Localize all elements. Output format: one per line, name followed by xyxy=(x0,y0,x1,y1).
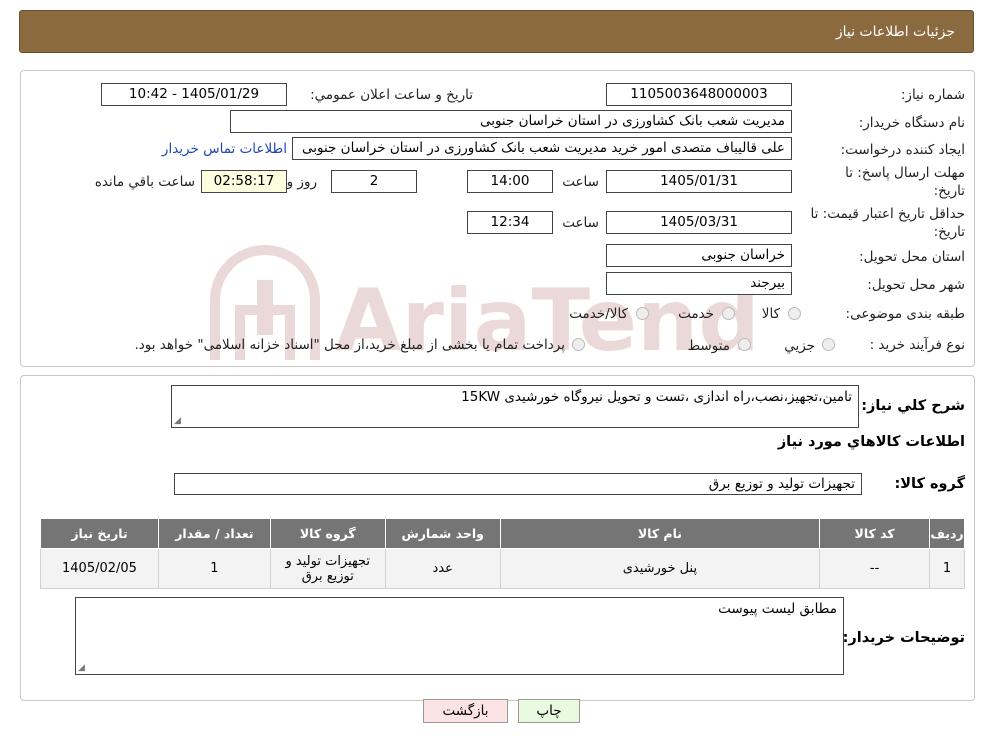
col-header-row-number: ردیف xyxy=(929,518,965,549)
buyer-org-label: نام دستگاه خریدار: xyxy=(858,115,965,131)
requester-field: علی قالیباف متصدی امور خرید مدیریت شعب ب… xyxy=(292,137,792,160)
process-minor-radio[interactable] xyxy=(822,338,835,351)
buyer-notes-text: مطابق لیست پیوست xyxy=(718,601,837,617)
city-field: بیرجند xyxy=(606,272,792,295)
buyer-notes-field: مطابق لیست پیوست ◢ xyxy=(75,597,844,675)
category-goods-radio[interactable] xyxy=(788,307,801,320)
cell-item-code: -- xyxy=(819,548,931,589)
announce-label: تاریخ و ساعت اعلان عمومي: xyxy=(310,87,473,103)
category-label: طبقه بندی موضوعی: xyxy=(845,306,965,322)
category-goods-service-label: کالا/خدمت xyxy=(569,306,628,322)
validity-label: حداقل تاریخ اعتبار قیمت: تا xyxy=(810,206,965,222)
col-header-item-name: نام کالا xyxy=(499,518,821,549)
category-goods-service-radio[interactable] xyxy=(636,307,649,320)
resize-grip-icon: ◢ xyxy=(174,416,181,426)
resize-grip-icon: ◢ xyxy=(78,663,85,673)
validity-label-2: تاریخ: xyxy=(933,224,965,240)
validity-time-field: 12:34 xyxy=(467,211,553,234)
deadline-time-word: ساعت xyxy=(562,174,599,190)
city-label: شهر محل تحویل: xyxy=(867,277,965,293)
col-header-item-code: کد کالا xyxy=(819,518,931,549)
back-button[interactable]: بازگشت xyxy=(423,699,508,723)
province-field: خراسان جنوبی xyxy=(606,244,792,267)
cell-item-group: تجهیزات تولید و توزیع برق xyxy=(269,548,386,589)
process-medium-radio[interactable] xyxy=(738,338,751,351)
buyer-notes-label: توضیحات خریدار: xyxy=(842,630,965,646)
goods-section-title: اطلاعات کالاهاي مورد نیاز xyxy=(777,434,965,450)
goods-group-field: تجهیزات تولید و توزیع برق xyxy=(174,473,862,495)
col-header-unit: واحد شمارش xyxy=(384,518,501,549)
need-number-field: 1105003648000003 xyxy=(606,83,792,106)
goods-group-label: گروه کالا: xyxy=(894,476,965,492)
category-goods-label: کالا xyxy=(761,306,780,322)
description-field: تامین،تجهیز،نصب،راه اندازی ،تست و تحویل … xyxy=(171,385,859,428)
page-title: جزئیات اطلاعات نیاز xyxy=(835,24,955,40)
category-service-label: خدمت xyxy=(678,306,714,322)
province-label: استان محل تحویل: xyxy=(859,249,965,265)
announce-date-field: 1405/01/29 - 10:42 xyxy=(101,83,287,106)
process-label: نوع فرآیند خرید : xyxy=(869,337,965,353)
remaining-time-label: ساعت باقي مانده xyxy=(94,174,195,190)
description-text: تامین،تجهیز،نصب،راه اندازی ،تست و تحویل … xyxy=(461,389,852,405)
cell-quantity: 1 xyxy=(157,548,271,589)
page-header: جزئیات اطلاعات نیاز xyxy=(19,10,974,53)
deadline-date-field: 1405/01/31 xyxy=(606,170,792,193)
cell-need-date: 1405/02/05 xyxy=(40,548,159,589)
process-minor-label: جزیي xyxy=(784,338,815,354)
category-service-radio[interactable] xyxy=(722,307,735,320)
days-remaining-field: 2 xyxy=(331,170,417,193)
cell-unit: عدد xyxy=(384,548,501,589)
process-medium-label: متوسط xyxy=(687,338,730,354)
cell-item-name: پنل خورشیدی xyxy=(499,548,821,589)
col-header-need-date: تاریخ نیاز xyxy=(40,518,159,549)
remaining-time-field: 02:58:17 xyxy=(201,170,287,193)
need-number-label: شماره نیاز: xyxy=(900,87,965,103)
deadline-label: مهلت ارسال پاسخ: تا xyxy=(845,165,965,181)
validity-date-field: 1405/03/31 xyxy=(606,211,792,234)
cell-row-number: 1 xyxy=(929,548,965,589)
process-treasury-note: پرداخت تمام یا بخشی از مبلغ خرید،از محل … xyxy=(134,337,565,353)
print-button[interactable]: چاپ xyxy=(518,699,580,723)
buyer-org-field: مدیریت شعب بانک کشاورزی در استان خراسان … xyxy=(230,110,792,133)
goods-table: ردیف کد کالا نام کالا واحد شمارش گروه کا… xyxy=(40,518,965,589)
description-label: شرح کلي نیاز: xyxy=(861,398,965,414)
validity-time-word: ساعت xyxy=(562,215,599,231)
col-header-quantity: تعداد / مقدار xyxy=(157,518,271,549)
buyer-contact-link[interactable]: اطلاعات تماس خریدار xyxy=(162,141,287,157)
days-and-label: روز و xyxy=(286,174,317,190)
table-header-row: ردیف کد کالا نام کالا واحد شمارش گروه کا… xyxy=(40,518,965,549)
requester-label: ایجاد کننده درخواست: xyxy=(840,142,965,158)
table-row: 1 -- پنل خورشیدی عدد تجهیزات تولید و توز… xyxy=(40,548,965,589)
process-treasury-radio[interactable] xyxy=(572,338,585,351)
col-header-item-group: گروه کالا xyxy=(269,518,386,549)
deadline-time-field: 14:00 xyxy=(467,170,553,193)
deadline-label-2: تاریخ: xyxy=(933,183,965,199)
